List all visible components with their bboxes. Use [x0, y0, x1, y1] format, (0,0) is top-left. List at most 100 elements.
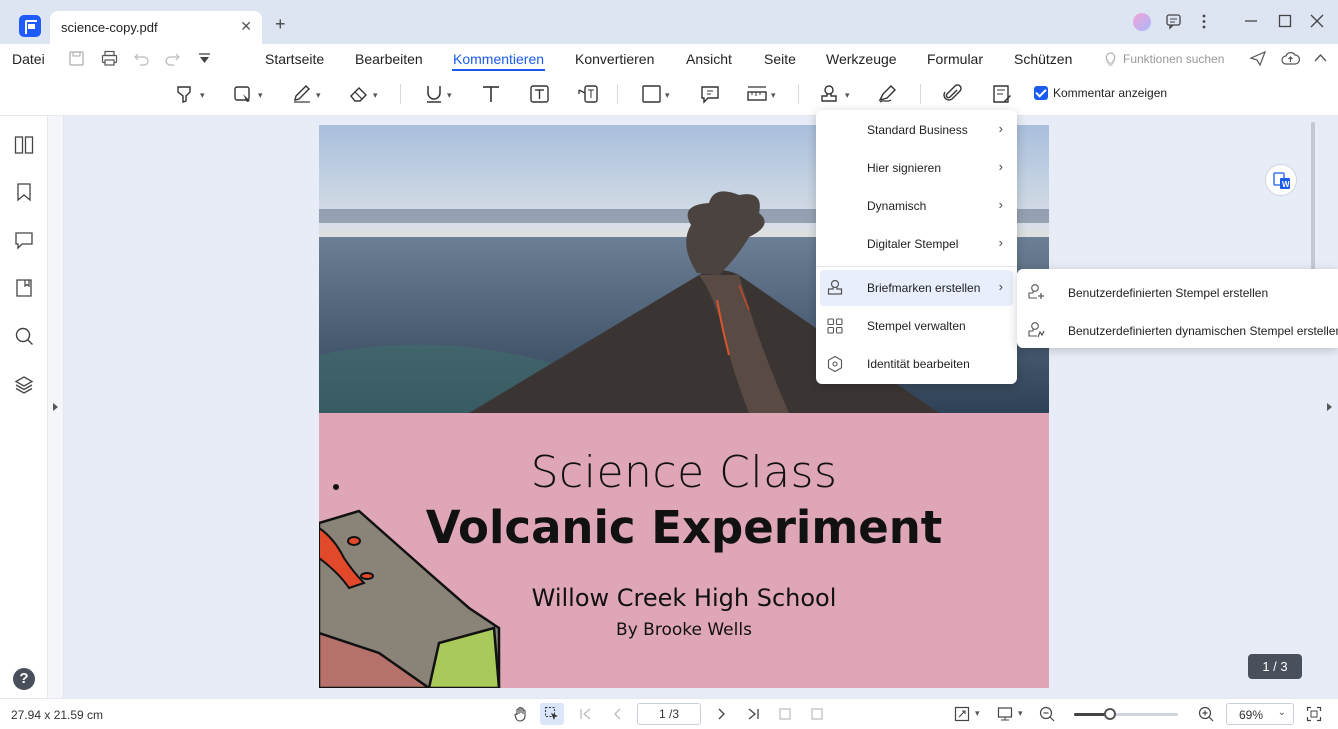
- pencil-icon[interactable]: [291, 84, 313, 104]
- menu-schuetzen[interactable]: Schützen: [1014, 51, 1072, 67]
- document-tab[interactable]: science-copy.pdf ✕: [50, 11, 262, 44]
- last-page-icon[interactable]: [745, 706, 761, 722]
- presentation-icon[interactable]: [997, 706, 1013, 722]
- show-comments-checkbox[interactable]: [1034, 86, 1048, 100]
- menu-formular[interactable]: Formular: [927, 51, 983, 67]
- signature-icon[interactable]: [877, 84, 899, 104]
- attachments-panel-icon[interactable]: [14, 278, 34, 298]
- close-window-icon[interactable]: [1310, 14, 1324, 28]
- comment-list-icon[interactable]: [991, 84, 1013, 104]
- rotate-left-icon[interactable]: [777, 706, 793, 722]
- chevron-down-icon[interactable]: ▾: [258, 90, 263, 101]
- chevron-down-icon[interactable]: ▾: [975, 708, 980, 719]
- chevron-down-icon[interactable]: ▾: [316, 90, 321, 101]
- stamp-menu-stempel-verwalten[interactable]: Stempel verwalten: [816, 308, 1017, 344]
- redo-icon[interactable]: [164, 50, 181, 67]
- menu-werkzeuge[interactable]: Werkzeuge: [826, 51, 897, 67]
- close-tab-icon[interactable]: ✕: [240, 18, 252, 35]
- menu-startseite[interactable]: Startseite: [265, 51, 324, 67]
- rectangle-shape-icon[interactable]: [641, 84, 663, 104]
- chevron-right-icon: ›: [998, 121, 1003, 136]
- expand-right-icon[interactable]: [52, 402, 60, 412]
- chevron-right-icon: ›: [998, 279, 1003, 294]
- chevron-down-icon[interactable]: ▾: [845, 90, 850, 101]
- page-number-input[interactable]: 1 /3: [637, 703, 701, 725]
- area-highlight-icon[interactable]: [233, 84, 255, 104]
- bookmark-icon[interactable]: [14, 182, 34, 202]
- menu-seite[interactable]: Seite: [764, 51, 796, 67]
- vertical-scrollbar[interactable]: [1311, 122, 1315, 272]
- zoom-slider-handle[interactable]: [1104, 708, 1116, 720]
- cloud-upload-icon[interactable]: [1281, 50, 1300, 67]
- stamp-menu-dynamisch[interactable]: Dynamisch ›: [816, 188, 1017, 224]
- chevron-down-icon[interactable]: ▾: [447, 90, 452, 101]
- stamp-menu-briefmarken-erstellen[interactable]: Briefmarken erstellen ›: [820, 270, 1013, 306]
- comments-icon[interactable]: [14, 230, 34, 250]
- stamp-menu-identitaet-bearbeiten[interactable]: Identität bearbeiten: [816, 346, 1017, 382]
- menu-bearbeiten[interactable]: Bearbeiten: [355, 51, 423, 67]
- document-title-line2: Volcanic Experiment: [425, 501, 943, 554]
- menu-bar: Datei Startseite Bearbeiten Kommentieren…: [0, 44, 1338, 74]
- minimize-icon[interactable]: [1244, 14, 1258, 28]
- next-page-icon[interactable]: [713, 706, 729, 722]
- stamp-menu-digitaler-stempel[interactable]: Digitaler Stempel ›: [816, 226, 1017, 262]
- stamp-icon[interactable]: [819, 84, 841, 104]
- layers-icon[interactable]: [14, 375, 34, 395]
- menu-ansicht[interactable]: Ansicht: [686, 51, 732, 67]
- submenu-item-label: Benutzerdefinierten Stempel erstellen: [1068, 286, 1269, 300]
- expand-left-icon[interactable]: [1326, 402, 1334, 412]
- undo-icon[interactable]: [133, 50, 150, 67]
- left-panel-toggle[interactable]: [48, 116, 64, 698]
- save-icon[interactable]: [68, 50, 85, 67]
- attachment-icon[interactable]: [942, 84, 964, 104]
- quick-access-dropdown-icon[interactable]: [198, 53, 211, 64]
- fit-page-icon[interactable]: [954, 706, 970, 722]
- grid-icon: [827, 318, 843, 334]
- first-page-icon[interactable]: [578, 706, 594, 722]
- menu-kommentieren[interactable]: Kommentieren: [453, 51, 544, 67]
- menu-file[interactable]: Datei: [12, 51, 45, 67]
- zoom-in-icon[interactable]: [1198, 706, 1214, 722]
- previous-page-icon[interactable]: [610, 706, 626, 722]
- help-button[interactable]: ?: [13, 668, 35, 690]
- more-options-icon[interactable]: [1198, 13, 1210, 30]
- menu-konvertieren[interactable]: Konvertieren: [575, 51, 654, 67]
- zoom-out-icon[interactable]: [1039, 706, 1055, 722]
- callout-icon[interactable]: [577, 84, 599, 104]
- new-tab-button[interactable]: +: [275, 14, 286, 35]
- print-icon[interactable]: [101, 50, 118, 67]
- search-icon[interactable]: [14, 326, 34, 346]
- collapse-ribbon-icon[interactable]: [1313, 52, 1328, 64]
- measure-icon[interactable]: [746, 84, 768, 104]
- underline-icon[interactable]: [423, 84, 445, 104]
- stamp-menu-standard-business[interactable]: Standard Business ›: [816, 112, 1017, 148]
- stamp-menu-hier-signieren[interactable]: Hier signieren ›: [816, 150, 1017, 186]
- text-tool-icon[interactable]: [480, 84, 502, 104]
- avatar[interactable]: [1133, 13, 1151, 31]
- chevron-down-icon[interactable]: ▾: [373, 90, 378, 101]
- text-box-icon[interactable]: [529, 84, 551, 104]
- share-icon[interactable]: [1249, 50, 1267, 67]
- feedback-icon[interactable]: [1165, 13, 1182, 30]
- show-comments-label: Kommentar anzeigen: [1053, 86, 1168, 100]
- chevron-down-icon[interactable]: ▾: [665, 90, 670, 101]
- note-icon[interactable]: [699, 84, 721, 104]
- submenu-create-custom-stamp[interactable]: Benutzerdefinierten Stempel erstellen: [1017, 272, 1338, 308]
- maximize-icon[interactable]: [1278, 14, 1292, 28]
- chevron-down-icon[interactable]: ▾: [1018, 708, 1023, 719]
- submenu-create-dynamic-stamp[interactable]: Benutzerdefinierten dynamischen Stempel …: [1017, 310, 1338, 346]
- rotate-right-icon[interactable]: [809, 706, 825, 722]
- thumbnails-icon[interactable]: [14, 135, 34, 155]
- fullscreen-icon[interactable]: [1306, 706, 1322, 722]
- right-panel-toggle[interactable]: [1321, 116, 1338, 698]
- select-tool-button[interactable]: [540, 703, 564, 725]
- menu-item-label: Hier signieren: [867, 161, 942, 175]
- eraser-icon[interactable]: [348, 84, 370, 104]
- zoom-level-select[interactable]: 69% ⌄: [1226, 703, 1294, 725]
- chevron-down-icon[interactable]: ▾: [771, 90, 776, 101]
- highlight-tool-icon[interactable]: [175, 84, 197, 104]
- chevron-down-icon[interactable]: ▾: [200, 90, 205, 101]
- hand-tool-icon[interactable]: [513, 706, 529, 722]
- translate-button[interactable]: W: [1265, 164, 1297, 196]
- search-features-input[interactable]: Funktionen suchen: [1123, 52, 1224, 66]
